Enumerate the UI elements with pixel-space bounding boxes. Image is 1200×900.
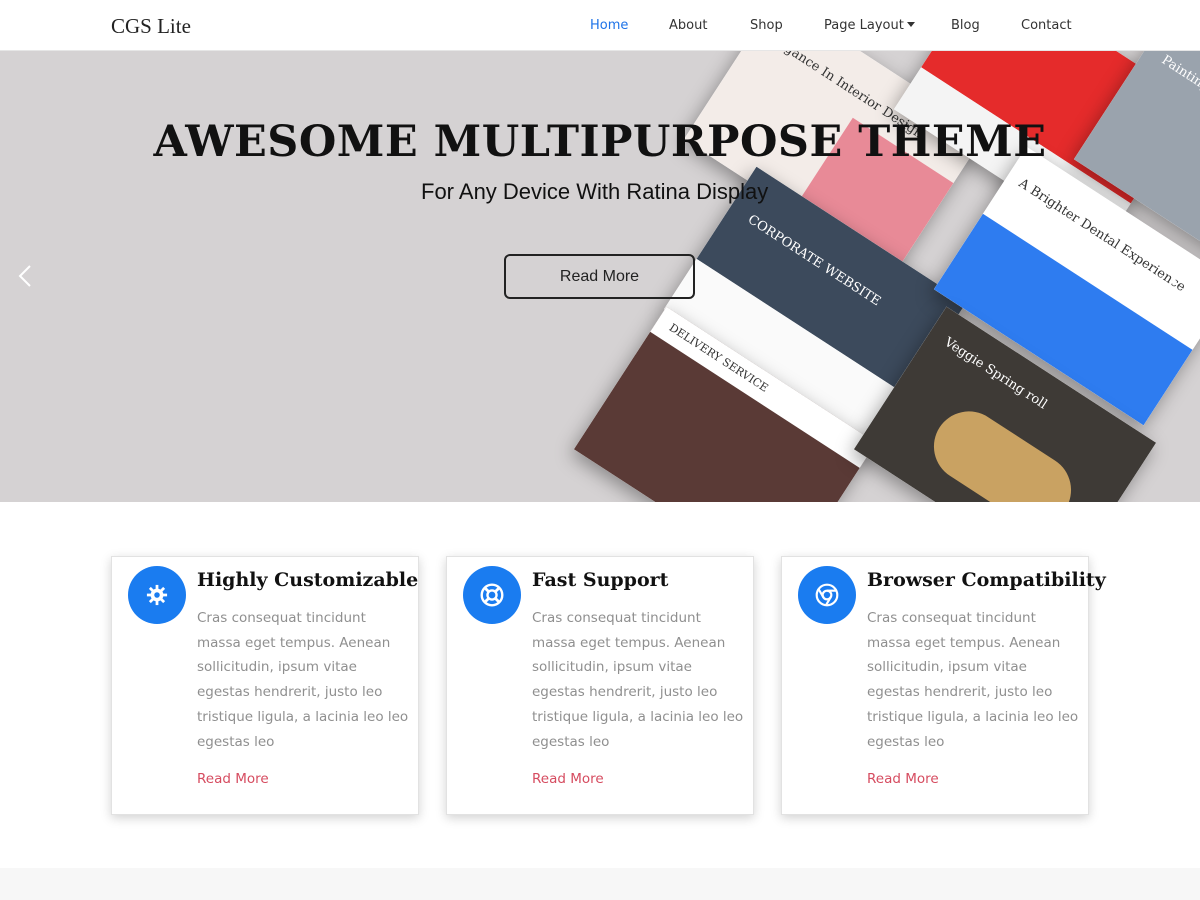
main-nav: Home About Shop Page Layout Blog Contact <box>0 18 1200 38</box>
nav-shop[interactable]: Shop <box>750 18 783 33</box>
next-section-strip <box>0 868 1200 900</box>
feature-read-more-link[interactable]: Read More <box>197 771 269 787</box>
gear-icon <box>146 584 168 606</box>
feature-icon-badge <box>798 566 856 624</box>
hero-subtitle: For Any Device With Ratina Display <box>421 179 769 204</box>
feature-description: Cras consequat tincidunt massa eget temp… <box>532 610 744 750</box>
nav-home[interactable]: Home <box>590 18 628 33</box>
feature-card: Highly Customizable Cras consequat tinci… <box>111 556 419 815</box>
feature-read-more-link[interactable]: Read More <box>867 771 939 787</box>
feature-icon-badge <box>463 566 521 624</box>
feature-description: Cras consequat tincidunt massa eget temp… <box>867 610 1079 750</box>
hero-title: AWESOME MULTIPURPOSE THEME <box>153 117 1047 167</box>
nav-page-layout[interactable]: Page Layout <box>824 18 915 33</box>
chevron-right-icon[interactable] <box>1166 264 1180 288</box>
nav-about[interactable]: About <box>669 18 707 33</box>
feature-icon-badge <box>128 566 186 624</box>
nav-contact[interactable]: Contact <box>1021 18 1072 33</box>
lifebuoy-icon <box>480 583 504 607</box>
feature-card: Fast Support Cras consequat tincidunt ma… <box>446 556 754 815</box>
chevron-down-icon <box>906 22 915 27</box>
chrome-icon <box>815 583 839 607</box>
feature-description: Cras consequat tincidunt massa eget temp… <box>197 610 409 750</box>
feature-card: Browser Compatibility Cras consequat tin… <box>781 556 1106 815</box>
nav-blog[interactable]: Blog <box>951 18 980 33</box>
hero-slider: Elegance In Interior Design Painting COR… <box>0 51 1200 502</box>
feature-title: Highly Customizable <box>197 569 419 591</box>
hero-read-more-button[interactable]: Read More <box>504 254 695 299</box>
site-header: CGS Lite Home About Shop Page Layout Blo… <box>0 0 1200 51</box>
chevron-left-icon[interactable] <box>18 264 32 288</box>
feature-title: Browser Compatibility <box>867 569 1106 591</box>
feature-read-more-link[interactable]: Read More <box>532 771 604 787</box>
features-section: Highly Customizable Cras consequat tinci… <box>0 502 1200 868</box>
nav-page-layout-label: Page Layout <box>824 18 904 33</box>
feature-title: Fast Support <box>532 569 669 591</box>
